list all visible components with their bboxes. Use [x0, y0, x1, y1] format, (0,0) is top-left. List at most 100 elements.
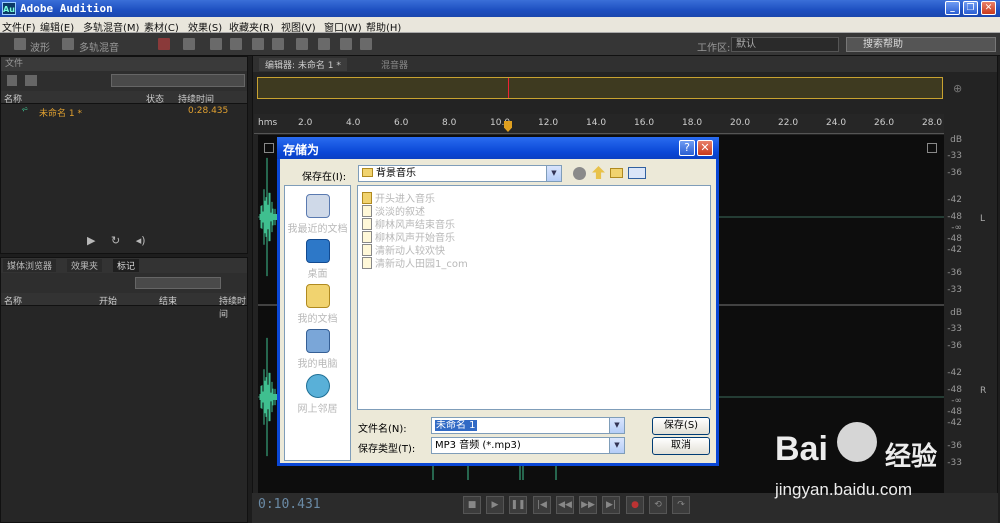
- workspace-label: 工作区:: [697, 43, 731, 54]
- table-row[interactable]: ⩫ 未命名 1 * 0:28.435: [1, 104, 247, 119]
- channel-label-l[interactable]: L: [980, 214, 985, 224]
- channel-l-collapse-icon[interactable]: [927, 143, 937, 153]
- multitrack-button[interactable]: 多轨混音: [79, 39, 119, 54]
- go-to-end-button[interactable]: ▶|: [602, 496, 620, 514]
- restore-button[interactable]: ❐: [963, 1, 978, 15]
- files-search-input[interactable]: [111, 74, 245, 87]
- place-desktop[interactable]: 桌面: [285, 239, 350, 280]
- list-item[interactable]: 柳林风声开始音乐: [362, 229, 455, 244]
- place-my-documents-label: 我的文档: [297, 314, 338, 325]
- search-help-input[interactable]: 搜索帮助: [846, 37, 996, 52]
- zoom-navigator-icon[interactable]: ⊕: [953, 82, 967, 96]
- menu-effects[interactable]: 效果(S): [188, 19, 222, 34]
- list-item[interactable]: 清新动人田园1_com: [362, 255, 468, 270]
- db-tick-label: -33: [947, 285, 962, 295]
- place-my-computer[interactable]: 我的电脑: [285, 329, 350, 370]
- lasso-tool-icon[interactable]: [318, 38, 330, 50]
- menu-view[interactable]: 视图(V): [281, 19, 316, 34]
- fast-forward-button[interactable]: ▶▶: [579, 496, 597, 514]
- db-tick-label: -48: [947, 212, 962, 222]
- col-marker-end[interactable]: 结束: [159, 294, 177, 307]
- tab-mixer[interactable]: 混音器: [375, 58, 414, 71]
- overview-bar[interactable]: [257, 77, 943, 99]
- menu-favorites[interactable]: 收藏夹(R): [229, 19, 274, 34]
- menu-file[interactable]: 文件(F): [2, 19, 36, 34]
- panel-tabs: 媒体浏览器 效果夹 标记: [1, 258, 247, 273]
- loop-preview-icon[interactable]: ↻: [111, 234, 120, 247]
- save-button[interactable]: 保存(S): [652, 417, 710, 435]
- multitrack-icon: [62, 38, 74, 50]
- new-file-icon[interactable]: [7, 75, 17, 86]
- desktop-icon: [305, 239, 330, 263]
- db-tick-label: -48: [947, 407, 962, 417]
- razor-tool-icon[interactable]: [230, 38, 242, 50]
- tab-editor[interactable]: 编辑器: 未命名 1 *: [259, 58, 347, 71]
- menu-clip[interactable]: 素材(C): [144, 19, 179, 34]
- record-button[interactable]: ●: [626, 496, 644, 514]
- cancel-button[interactable]: 取消: [652, 437, 710, 455]
- filename-input[interactable]: 未命名 1 ▼: [431, 417, 625, 434]
- file-list[interactable]: 开头进入音乐 淡淡的叙述 柳林风声结束音乐 柳林风声开始音乐 清新动人较欢快 清…: [357, 185, 711, 410]
- filetype-select[interactable]: MP3 音频 (*.mp3) ▼: [431, 437, 625, 454]
- place-my-documents[interactable]: 我的文档: [285, 284, 350, 325]
- list-item[interactable]: 柳林风声结束音乐: [362, 216, 455, 231]
- col-marker-duration[interactable]: 持续时间: [219, 294, 247, 320]
- channel-label-r[interactable]: R: [980, 386, 986, 396]
- time-ruler[interactable]: hms 2.0 4.0 6.0 8.0 10.0 12.0 14.0 16.0 18.0 20.0…: [254, 114, 944, 134]
- chevron-down-icon[interactable]: ▼: [609, 418, 624, 433]
- preview-controls: ▶ ↻ ◂): [87, 234, 159, 248]
- save-in-select[interactable]: 背景音乐 ▼: [358, 165, 562, 182]
- menu-edit[interactable]: 编辑(E): [40, 19, 74, 34]
- loop-button[interactable]: ⟲: [649, 496, 667, 514]
- marquee-tool-icon[interactable]: [296, 38, 308, 50]
- channel-l-toggle[interactable]: [264, 143, 274, 153]
- db-tick-label: -42: [947, 245, 962, 255]
- markers-search-input[interactable]: [135, 277, 221, 289]
- place-network[interactable]: 网上邻居: [285, 374, 350, 415]
- close-button[interactable]: ✕: [981, 1, 996, 15]
- new-folder-icon[interactable]: [610, 168, 623, 178]
- play-button[interactable]: ▶: [486, 496, 504, 514]
- waveform-button[interactable]: 波形: [30, 39, 50, 54]
- spot-healing-icon[interactable]: [360, 38, 372, 50]
- skip-button[interactable]: ↷: [672, 496, 690, 514]
- menu-window[interactable]: 窗口(W): [324, 19, 362, 34]
- back-icon[interactable]: [573, 167, 586, 180]
- tab-files[interactable]: 文件: [1, 57, 247, 71]
- rewind-button[interactable]: ◀◀: [556, 496, 574, 514]
- tab-media-browser[interactable]: 媒体浏览器: [3, 259, 57, 272]
- dialog-close-button[interactable]: ✕: [697, 140, 713, 156]
- brush-tool-icon[interactable]: [340, 38, 352, 50]
- ruler-tick-label: 8.0: [442, 118, 457, 128]
- tab-effects-rack[interactable]: 效果夹: [67, 259, 103, 272]
- chevron-down-icon[interactable]: ▼: [609, 438, 624, 453]
- db-tick-label: -36: [947, 341, 962, 351]
- chevron-down-icon[interactable]: ▼: [546, 166, 561, 181]
- play-preview-icon[interactable]: ▶: [87, 234, 95, 247]
- spectral-display-icon[interactable]: [158, 38, 170, 50]
- menu-multitrack[interactable]: 多轨混音(M): [83, 19, 139, 34]
- time-selection-tool-icon[interactable]: [272, 38, 284, 50]
- stop-button[interactable]: ■: [463, 496, 481, 514]
- list-item[interactable]: 淡淡的叙述: [362, 203, 425, 218]
- move-tool-icon[interactable]: [210, 38, 222, 50]
- col-marker-name[interactable]: 名称: [4, 294, 22, 307]
- pitch-display-icon[interactable]: [183, 38, 195, 50]
- db-tick-label: -33: [947, 151, 962, 161]
- dialog-help-button[interactable]: ?: [679, 140, 695, 156]
- file-name: 未命名 1 *: [39, 109, 82, 119]
- list-item[interactable]: 清新动人较欢快: [362, 242, 445, 257]
- minimize-button[interactable]: _: [945, 1, 960, 15]
- slip-tool-icon[interactable]: [252, 38, 264, 50]
- col-marker-start[interactable]: 开始: [99, 294, 117, 307]
- pause-button[interactable]: ❚❚: [509, 496, 527, 514]
- list-item[interactable]: 开头进入音乐: [362, 190, 435, 205]
- go-to-start-button[interactable]: |◀: [533, 496, 551, 514]
- tab-markers[interactable]: 标记: [113, 259, 140, 272]
- volume-preview-icon[interactable]: ◂): [136, 234, 146, 247]
- open-file-icon[interactable]: [25, 75, 37, 86]
- view-menu-icon[interactable]: [628, 167, 646, 179]
- place-recent[interactable]: 我最近的文档: [285, 194, 350, 235]
- workspace-select[interactable]: 默认: [731, 37, 839, 52]
- menu-help[interactable]: 帮助(H): [366, 19, 401, 34]
